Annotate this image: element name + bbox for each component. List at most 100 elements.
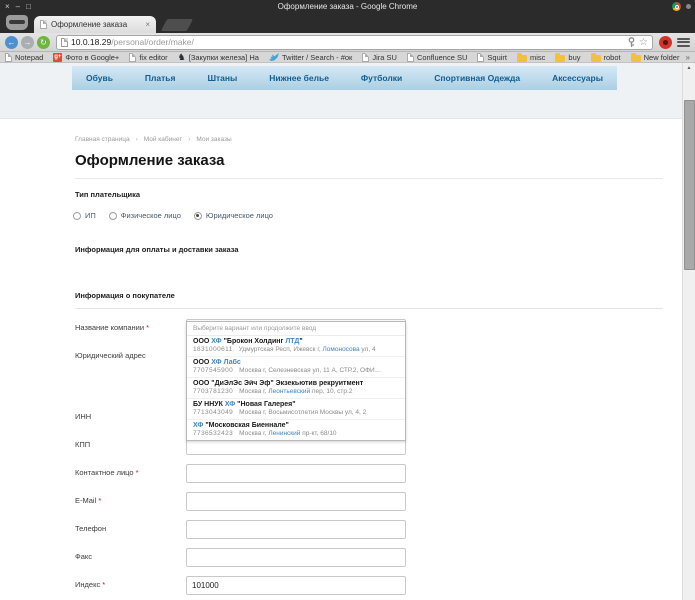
forward-button[interactable]: → [21,36,34,49]
bookmark-item[interactable]: New folder [631,53,680,62]
chrome-menu-icon[interactable] [677,37,690,48]
suggestion-item[interactable]: ООО ХФ "Брокон Холдинг ЛТД"1831000611Удм… [187,336,405,357]
bookmark-label: New folder [644,53,680,62]
payer-type-option[interactable]: Юридическое лицо [194,211,273,220]
bookmark-item[interactable]: buy [555,53,580,62]
suggestion-inn: 7736532423 [193,430,233,437]
buyer-section-heading: Информация о покупателе [75,291,663,309]
page-icon [407,53,414,62]
radio-label: Юридическое лицо [206,211,273,220]
bookmark-star-icon[interactable]: ☆ [639,37,648,48]
bookmark-label: Jira SU [372,53,397,62]
field-label: Индекс * [75,576,186,600]
bookmark-label: Squirt [487,53,507,62]
payment-section-heading: Информация для оплаты и доставки заказа [75,245,663,254]
suggestion-item[interactable]: ООО ХФ Лабс7707545900Москва г, Селезневс… [187,357,405,378]
bookmark-label: fix editor [139,53,167,62]
form-row: Факс [75,548,681,576]
required-asterisk: * [144,323,149,332]
bookmark-label: [Закупки железа] На [189,53,259,62]
payer-type-option[interactable]: ИП [73,211,96,220]
browser-tab[interactable]: Оформление заказа × [34,16,156,33]
bookmark-item[interactable]: misc [517,53,545,62]
key-icon [627,37,636,48]
page-icon [5,53,12,62]
bookmark-label: Notepad [15,53,43,62]
bookmark-item[interactable]: ♞[Закупки железа] На [178,53,259,62]
bookmark-label: Twitter / Search - #ок [282,53,352,62]
field-label: Контактное лицо * [75,464,186,492]
breadcrumb-item[interactable]: Главная страница [75,136,130,143]
bookmarks-overflow-icon[interactable]: » [686,53,690,62]
extension-icon[interactable] [659,36,672,49]
field-label: ИНН [75,408,186,436]
page-favicon-icon [40,20,47,29]
field-label: E-Mail * [75,492,186,520]
bookmark-label: misc [530,53,545,62]
suggestion-detail: 7736532423Москва г, Ленинский пр-кт, 68/… [193,430,399,437]
knight-icon: ♞ [178,53,186,62]
suggestion-title: БУ ННУК ХФ "Новая Галерея" [193,401,399,408]
suggestion-item[interactable]: БУ ННУК ХФ "Новая Галерея"7713043049Моск… [187,399,405,420]
field-label: КПП [75,436,186,464]
form-row: Телефон [75,520,681,548]
menu-item[interactable]: Нижнее белье [269,73,329,83]
form-row: E-Mail * [75,492,681,520]
browser-toolbar: ← → ↻ 10.0.18.29/personal/order/make/ ☆ [0,33,695,52]
menu-item[interactable]: Спортивная Одежда [434,73,520,83]
bookmark-item[interactable]: Jira SU [362,53,397,62]
tab-close-icon[interactable]: × [145,20,150,29]
field-label: Юридический адрес [75,347,186,408]
suggestion-item[interactable]: ХФ "Московская Биеннале"7736532423Москва… [187,420,405,440]
suggestion-inn: 7703781230 [193,388,233,395]
autocomplete-dropdown: Выберите вариант или продолжите ввод ООО… [186,321,406,441]
payer-type-heading: Тип плательщика [75,190,663,199]
breadcrumb-item: Мои заказы [196,136,231,143]
profile-avatar-icon[interactable] [6,15,28,30]
breadcrumb-separator-icon: › [188,136,190,143]
gplus-icon: g+ [53,53,62,62]
scroll-up-icon[interactable]: ▲ [683,63,695,74]
fax-input[interactable] [186,548,406,567]
bookmark-item[interactable]: fix editor [129,53,167,62]
phone-input[interactable] [186,520,406,539]
menu-item[interactable]: Обувь [86,73,113,83]
page-icon [129,53,136,62]
bookmark-item[interactable]: Twitter / Search - #ок [269,53,352,62]
scrollbar[interactable]: ▲ [682,63,695,600]
suggestion-inn: 7713043049 [193,409,233,416]
twitter-icon [269,53,279,61]
suggestion-inn: 7707545900 [193,367,233,374]
radio-icon [73,212,81,220]
reload-button[interactable]: ↻ [37,36,50,49]
menu-item[interactable]: Аксессуары [552,73,603,83]
payer-type-option[interactable]: Физическое лицо [109,211,181,220]
email-input[interactable] [186,492,406,511]
new-tab-button[interactable] [161,19,193,31]
bookmark-item[interactable]: Squirt [477,53,507,62]
suggestion-title: ХФ "Московская Биеннале" [193,422,399,429]
window-title: Оформление заказа - Google Chrome [0,0,695,13]
url-bar[interactable]: 10.0.18.29/personal/order/make/ ☆ [56,35,653,50]
bookmark-item[interactable]: g+Фото в Google+ [53,53,119,62]
bookmark-item[interactable]: robot [591,53,621,62]
bookmark-item[interactable]: Confluence SU [407,53,467,62]
tab-title: Оформление заказа [51,20,142,29]
suggestion-item[interactable]: ООО "ДиЭлЭс Эйч Эф" Экзекьютив рекруитме… [187,378,405,399]
page-icon [477,53,484,62]
menu-item[interactable]: Платья [145,73,176,83]
divider [75,178,663,179]
menu-item[interactable]: Футболки [361,73,402,83]
radio-label: ИП [85,211,96,220]
radio-icon [109,212,117,220]
zip-input[interactable]: 101000 [186,576,406,595]
contact-person-input[interactable] [186,464,406,483]
autocomplete-list: ООО ХФ "Брокон Холдинг ЛТД"1831000611Удм… [187,336,405,440]
field-label: Телефон [75,520,186,548]
scrollbar-thumb[interactable] [684,100,695,270]
breadcrumb-item[interactable]: Мой кабинет [144,136,182,143]
bookmark-item[interactable]: Notepad [5,53,43,62]
back-button[interactable]: ← [5,36,18,49]
screen: ×–□ Оформление заказа - Google Chrome Оф… [0,0,695,600]
menu-item[interactable]: Штаны [207,73,237,83]
